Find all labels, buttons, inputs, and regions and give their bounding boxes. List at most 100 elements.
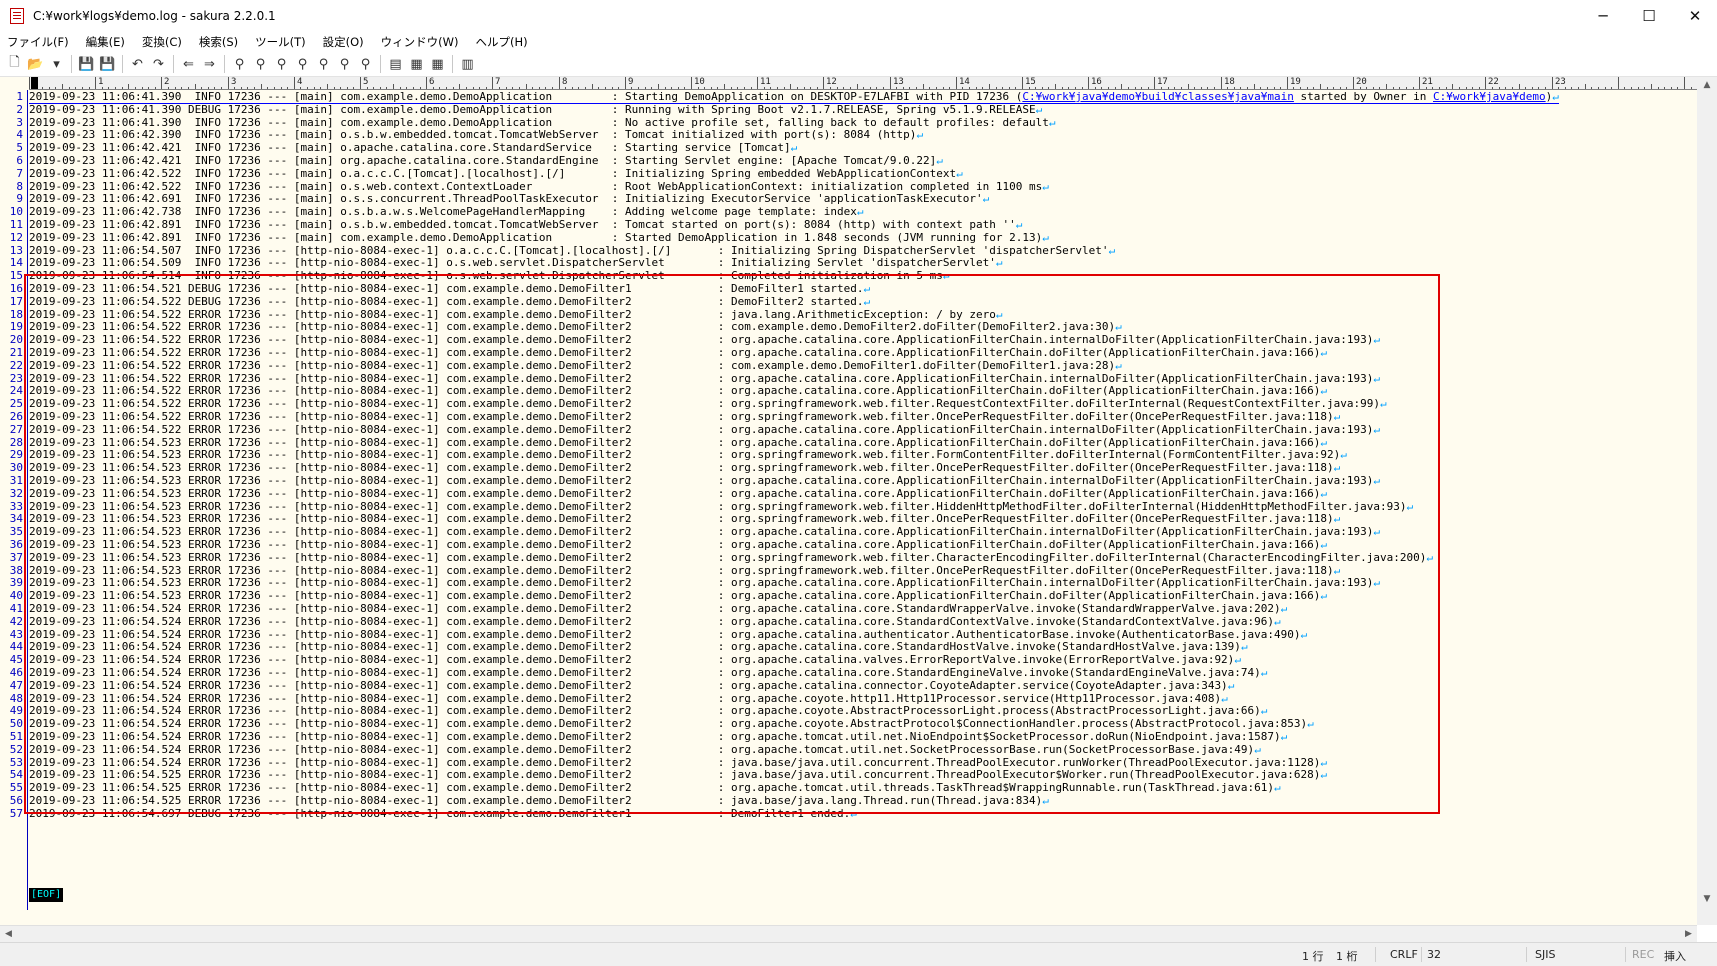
menu-settings[interactable]: 設定(O) [323,34,364,50]
log-line[interactable]: 2019-09-23 11:06:41.390 DEBUG 17236 --- … [29,103,1042,117]
line-number[interactable]: 10 [0,205,23,219]
log-line[interactable]: 2019-09-23 11:06:42.421 INFO 17236 --- [… [29,154,943,168]
save-icon[interactable]: 💾 [76,54,97,75]
column-ruler[interactable]: 01234567891011121314151617181920212223 [29,77,1697,90]
log-line[interactable]: 2019-09-23 11:06:54.524 ERROR 17236 --- … [29,717,1314,731]
line-number[interactable]: 34 [0,512,23,526]
status-encoding[interactable]: SJIS [1535,948,1555,961]
close-button[interactable]: ✕ [1672,0,1717,32]
log-line[interactable]: 2019-09-23 11:06:42.421 INFO 17236 --- [… [29,141,797,155]
line-number[interactable]: 36 [0,538,23,552]
log-line[interactable]: 2019-09-23 11:06:54.523 ERROR 17236 --- … [29,538,1327,552]
minimize-button[interactable]: ─ [1580,0,1626,32]
grep-icon[interactable]: ⚲ [292,54,313,75]
log-line[interactable]: 2019-09-23 11:06:54.522 DEBUG 17236 --- … [29,295,870,309]
horizontal-scrollbar[interactable]: ◀ ▶ [0,925,1697,942]
log-line[interactable]: 2019-09-23 11:06:54.523 ERROR 17236 --- … [29,461,1340,475]
log-line[interactable]: 2019-09-23 11:06:54.524 ERROR 17236 --- … [29,640,1248,654]
status-insert-mode[interactable]: 挿入 [1664,948,1686,964]
line-number[interactable]: 29 [0,448,23,462]
menu-tools[interactable]: ツール(T) [255,34,306,50]
line-number[interactable]: 20 [0,333,23,347]
log-line[interactable]: 2019-09-23 11:06:54.521 DEBUG 17236 --- … [29,282,870,296]
line-number-gutter[interactable]: 1 2 3 4 5 6 7 8 9 10 11 12 13 14 15 16 17 18 19 20 21 22 23 24 2… [0,90,27,925]
menu-window[interactable]: ウィンドウ(W) [381,34,459,50]
redo-icon[interactable]: ↷ [148,54,169,75]
line-number[interactable]: 19 [0,320,23,334]
line-number[interactable]: 16 [0,282,23,296]
status-eol[interactable]: CRLF [1390,948,1418,961]
log-line[interactable]: 2019-09-23 11:06:54.522 ERROR 17236 --- … [29,423,1380,437]
line-number[interactable]: 21 [0,346,23,360]
line-number[interactable]: 11 [0,218,23,232]
line-number[interactable]: 46 [0,666,23,680]
search-icon[interactable]: ⚲ [229,54,250,75]
line-number[interactable]: 24 [0,384,23,398]
line-number[interactable]: 1 [0,90,23,104]
log-line[interactable]: 2019-09-23 11:06:54.522 ERROR 17236 --- … [29,384,1327,398]
log-line[interactable]: 2019-09-23 11:06:54.524 ERROR 17236 --- … [29,615,1281,629]
menu-help[interactable]: ヘルプ(H) [476,34,528,50]
log-line[interactable]: 2019-09-23 11:06:54.522 ERROR 17236 --- … [29,320,1122,334]
log-line[interactable]: 2019-09-23 11:06:42.691 INFO 17236 --- [… [29,192,989,206]
log-line[interactable]: 2019-09-23 11:06:54.524 ERROR 17236 --- … [29,730,1287,744]
line-number[interactable]: 25 [0,397,23,411]
log-line[interactable]: 2019-09-23 11:06:54.524 ERROR 17236 --- … [29,743,1261,757]
outline-icon[interactable]: ▤ [385,54,406,75]
line-number[interactable]: 14 [0,256,23,270]
log-line[interactable]: 2019-09-23 11:06:54.697 DEBUG 17236 --- … [29,807,857,821]
search-prev-icon[interactable]: ⚲ [250,54,271,75]
log-line[interactable]: 2019-09-23 11:06:54.524 ERROR 17236 --- … [29,602,1287,616]
undo-icon[interactable]: ↶ [127,54,148,75]
line-number[interactable]: 6 [0,154,23,168]
line-number[interactable]: 41 [0,602,23,616]
log-line[interactable]: 2019-09-23 11:06:54.522 ERROR 17236 --- … [29,410,1340,424]
line-number[interactable]: 52 [0,743,23,757]
line-number[interactable]: 9 [0,192,23,206]
log-line[interactable]: 2019-09-23 11:06:54.524 ERROR 17236 --- … [29,653,1241,667]
line-number[interactable]: 32 [0,487,23,501]
log-line[interactable]: 2019-09-23 11:06:54.522 ERROR 17236 --- … [29,346,1327,360]
file-path-link[interactable]: C:¥work¥java¥demo¥build¥classes¥java¥mai… [1022,90,1294,103]
jump-forward-icon[interactable]: ⇒ [199,54,220,75]
log-line[interactable]: 2019-09-23 11:06:54.523 ERROR 17236 --- … [29,589,1327,603]
scroll-up-arrow-icon[interactable]: ▲ [1697,77,1717,94]
line-number[interactable]: 54 [0,768,23,782]
log-line[interactable]: 2019-09-23 11:06:54.522 ERROR 17236 --- … [29,359,1122,373]
line-number[interactable]: 44 [0,640,23,654]
log-line[interactable]: 2019-09-23 11:06:54.514 INFO 17236 --- [… [29,269,950,283]
line-number[interactable]: 7 [0,167,23,181]
log-line[interactable]: 2019-09-23 11:06:54.509 INFO 17236 --- [… [29,256,1003,270]
diff-icon[interactable]: ▦ [427,54,448,75]
log-line[interactable]: 2019-09-23 11:06:41.390 INFO 17236 --- [… [29,90,1559,104]
maximize-button[interactable]: ☐ [1626,0,1672,32]
save-all-icon[interactable]: 💾 [97,54,118,75]
line-number[interactable]: 27 [0,423,23,437]
line-number[interactable]: 47 [0,679,23,693]
line-number[interactable]: 35 [0,525,23,539]
log-line[interactable]: 2019-09-23 11:06:42.390 INFO 17236 --- [… [29,128,923,142]
line-number[interactable]: 42 [0,615,23,629]
file-path-link[interactable]: C:¥work¥java¥demo [1433,90,1546,103]
log-line[interactable]: 2019-09-23 11:06:54.525 ERROR 17236 --- … [29,794,1049,808]
vertical-scrollbar[interactable]: ▲ ▼ [1697,77,1717,925]
log-line[interactable]: 2019-09-23 11:06:54.523 ERROR 17236 --- … [29,487,1327,501]
line-number[interactable]: 40 [0,589,23,603]
settings-icon[interactable]: ▥ [457,54,478,75]
jump-back-icon[interactable]: ⇐ [178,54,199,75]
line-number[interactable]: 39 [0,576,23,590]
clear-mark-icon[interactable]: ⚲ [334,54,355,75]
replace-icon[interactable]: ⚲ [313,54,334,75]
line-number[interactable]: 37 [0,551,23,565]
log-line[interactable]: 2019-09-23 11:06:54.523 ERROR 17236 --- … [29,448,1347,462]
compare-icon[interactable]: ▦ [406,54,427,75]
line-number[interactable]: 49 [0,704,23,718]
log-line[interactable]: 2019-09-23 11:06:42.891 INFO 17236 --- [… [29,218,1022,232]
editor-area[interactable]: 01234567891011121314151617181920212223 1… [0,77,1717,925]
scroll-right-arrow-icon[interactable]: ▶ [1680,926,1697,943]
log-line[interactable]: 2019-09-23 11:06:42.522 INFO 17236 --- [… [29,167,963,181]
text-area[interactable]: 2019-09-23 11:06:41.390 INFO 17236 --- [… [29,90,1697,910]
line-number[interactable]: 55 [0,781,23,795]
line-number[interactable]: 2 [0,103,23,117]
log-line[interactable]: 2019-09-23 11:06:54.523 ERROR 17236 --- … [29,525,1380,539]
